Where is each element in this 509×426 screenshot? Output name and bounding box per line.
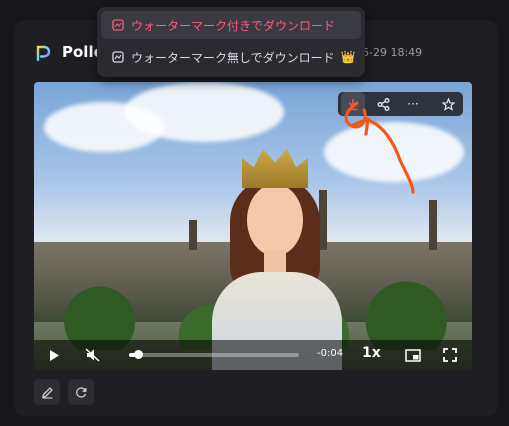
regenerate-button[interactable] [68, 379, 94, 405]
playback-speed-button[interactable]: 1x [362, 345, 381, 361]
share-button[interactable] [371, 92, 395, 116]
face [247, 184, 303, 256]
edit-button[interactable] [34, 379, 60, 405]
mute-button[interactable] [84, 347, 102, 363]
download-button[interactable] [341, 92, 365, 116]
muted-speaker-icon [85, 348, 100, 362]
fullscreen-button[interactable] [442, 347, 458, 363]
church-tower [429, 200, 437, 250]
play-button[interactable] [46, 347, 62, 363]
player-controls: -0:04 1x [34, 340, 472, 370]
download-with-watermark-item[interactable]: ウォーターマーク付きでダウンロード [101, 11, 361, 39]
video-action-toolbar: ··· [338, 92, 463, 116]
menu-item-label: ウォーターマーク付きでダウンロード [131, 18, 336, 33]
download-icon [348, 98, 358, 110]
timestamp: 06-29 18:49 [355, 46, 423, 59]
crown-emoji-icon: 👑 [340, 50, 356, 64]
star-icon [441, 97, 455, 111]
download-without-watermark-item[interactable]: ウォーターマーク無しでダウンロード 👑 [101, 43, 361, 71]
favorite-button[interactable] [436, 92, 460, 116]
pip-button[interactable] [404, 347, 422, 363]
more-icon: ··· [407, 97, 419, 111]
crown [242, 148, 308, 188]
picture-in-picture-icon [405, 348, 421, 362]
time-remaining: -0:04 [317, 348, 344, 359]
fullscreen-icon [443, 348, 457, 362]
more-button[interactable]: ··· [401, 92, 425, 116]
princess-figure [202, 122, 352, 370]
refresh-icon [75, 386, 86, 398]
play-icon [50, 349, 59, 361]
progress-bar[interactable] [129, 350, 299, 359]
share-icon [377, 97, 389, 111]
church-tower [189, 220, 197, 250]
progress-knob[interactable] [133, 350, 143, 359]
download-dropdown-menu: ウォーターマーク付きでダウンロード ウォーターマーク無しでダウンロード 👑 [97, 7, 365, 77]
pollo-logo-icon [36, 45, 51, 62]
no-watermark-icon [111, 51, 124, 64]
menu-item-label: ウォーターマーク無しでダウンロード [131, 50, 335, 65]
pencil-icon [41, 386, 53, 399]
video-player[interactable]: -0:04 1x [34, 82, 472, 370]
watermark-icon [111, 19, 124, 32]
